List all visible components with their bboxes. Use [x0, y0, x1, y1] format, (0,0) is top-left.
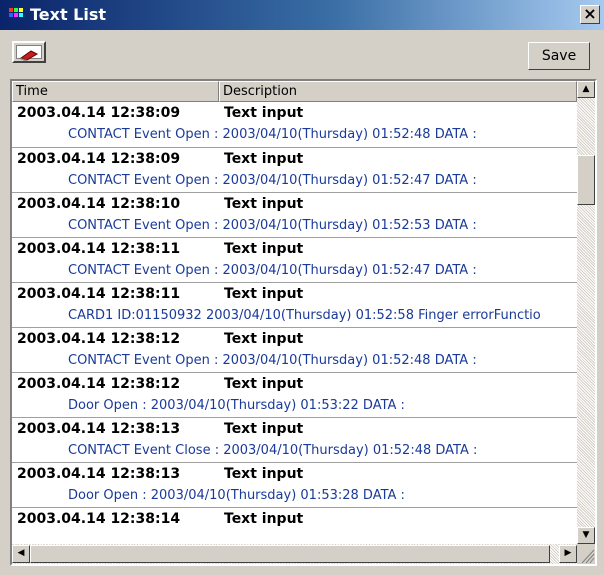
item-type: Text input — [224, 286, 304, 302]
app-icon — [9, 8, 27, 22]
item-description: CONTACT Event Open : 2003/04/10(Thursday… — [68, 353, 477, 368]
arrow-up-icon: ▲ — [582, 84, 590, 94]
horizontal-scroll-thumb[interactable] — [30, 545, 550, 563]
item-type: Text input — [224, 331, 304, 347]
eraser-icon — [16, 45, 42, 61]
item-description: CONTACT Event Close : 2003/04/10(Thursda… — [68, 443, 478, 458]
scroll-down-button[interactable]: ▼ — [577, 527, 595, 544]
arrow-right-icon: ▶ — [564, 548, 572, 558]
text-list-window: Text List × Save Time Description 2003.0… — [0, 0, 604, 575]
list-item[interactable]: 2003.04.14 12:38:14 Text input — [12, 507, 577, 544]
list-item[interactable]: 2003.04.14 12:38:13 Text input CONTACT Eve… — [12, 417, 577, 462]
item-description: Door Open : 2003/04/10(Thursday) 01:53:2… — [68, 488, 405, 503]
item-time: 2003.04.14 12:38:11 — [17, 286, 181, 302]
event-list: Time Description 2003.04.14 12:38:09 Text… — [10, 79, 597, 566]
resize-grip-icon[interactable] — [577, 544, 595, 564]
save-button[interactable]: Save — [528, 42, 590, 70]
vertical-scrollbar[interactable]: ▲ ▼ — [577, 81, 595, 544]
clear-button[interactable] — [12, 41, 46, 63]
arrow-left-icon: ◀ — [17, 548, 25, 558]
item-description: CONTACT Event Open : 2003/04/10(Thursday… — [68, 263, 477, 278]
scroll-right-button[interactable]: ▶ — [559, 545, 577, 563]
item-type: Text input — [224, 421, 304, 437]
column-header-description[interactable]: Description — [219, 81, 577, 102]
list-item[interactable]: 2003.04.14 12:38:13 Text input Door Open :… — [12, 462, 577, 507]
item-description: CONTACT Event Open : 2003/04/10(Thursday… — [68, 173, 477, 188]
title-bar[interactable]: Text List × — [0, 0, 604, 30]
list-item[interactable]: 2003.04.14 12:38:09 Text input CONTACT Eve… — [12, 147, 577, 192]
item-description: Door Open : 2003/04/10(Thursday) 01:53:2… — [68, 398, 405, 413]
item-time: 2003.04.14 12:38:11 — [17, 241, 181, 257]
item-time: 2003.04.14 12:38:14 — [17, 511, 181, 527]
item-time: 2003.04.14 12:38:13 — [17, 466, 181, 482]
item-time: 2003.04.14 12:38:10 — [17, 196, 181, 212]
item-type: Text input — [224, 241, 304, 257]
close-button[interactable]: × — [580, 5, 600, 24]
list-item[interactable]: 2003.04.14 12:38:11 Text input CONTACT Eve… — [12, 237, 577, 282]
window-title: Text List — [30, 5, 107, 24]
item-type: Text input — [224, 376, 304, 392]
item-time: 2003.04.14 12:38:13 — [17, 421, 181, 437]
item-time: 2003.04.14 12:38:09 — [17, 151, 181, 167]
item-description: CARD1 ID:01150932 2003/04/10(Thursday) 0… — [68, 308, 541, 323]
close-icon: × — [583, 4, 597, 23]
item-type: Text input — [224, 511, 304, 527]
scroll-left-button[interactable]: ◀ — [12, 545, 30, 563]
item-time: 2003.04.14 12:38:09 — [17, 105, 181, 121]
list-item[interactable]: 2003.04.14 12:38:09 Text input CONTACT Eve… — [12, 102, 577, 147]
list-item[interactable]: 2003.04.14 12:38:12 Text input Door Open :… — [12, 372, 577, 417]
list-rows: 2003.04.14 12:38:09 Text input CONTACT Eve… — [12, 102, 577, 544]
arrow-down-icon: ▼ — [582, 530, 590, 540]
item-type: Text input — [224, 466, 304, 482]
item-description: CONTACT Event Open : 2003/04/10(Thursday… — [68, 127, 477, 142]
list-item[interactable]: 2003.04.14 12:38:11 Text input CARD1 ID:01… — [12, 282, 577, 327]
column-header-time[interactable]: Time — [12, 81, 219, 102]
item-time: 2003.04.14 12:38:12 — [17, 331, 181, 347]
scroll-up-button[interactable]: ▲ — [577, 81, 595, 98]
item-type: Text input — [224, 105, 304, 121]
item-type: Text input — [224, 151, 304, 167]
vertical-scroll-thumb[interactable] — [577, 155, 595, 205]
list-item[interactable]: 2003.04.14 12:38:10 Text input CONTACT Eve… — [12, 192, 577, 237]
item-time: 2003.04.14 12:38:12 — [17, 376, 181, 392]
item-type: Text input — [224, 196, 304, 212]
item-description: CONTACT Event Open : 2003/04/10(Thursday… — [68, 218, 477, 233]
horizontal-scrollbar[interactable]: ◀ ▶ — [12, 544, 577, 564]
list-item[interactable]: 2003.04.14 12:38:12 Text input CONTACT Eve… — [12, 327, 577, 372]
